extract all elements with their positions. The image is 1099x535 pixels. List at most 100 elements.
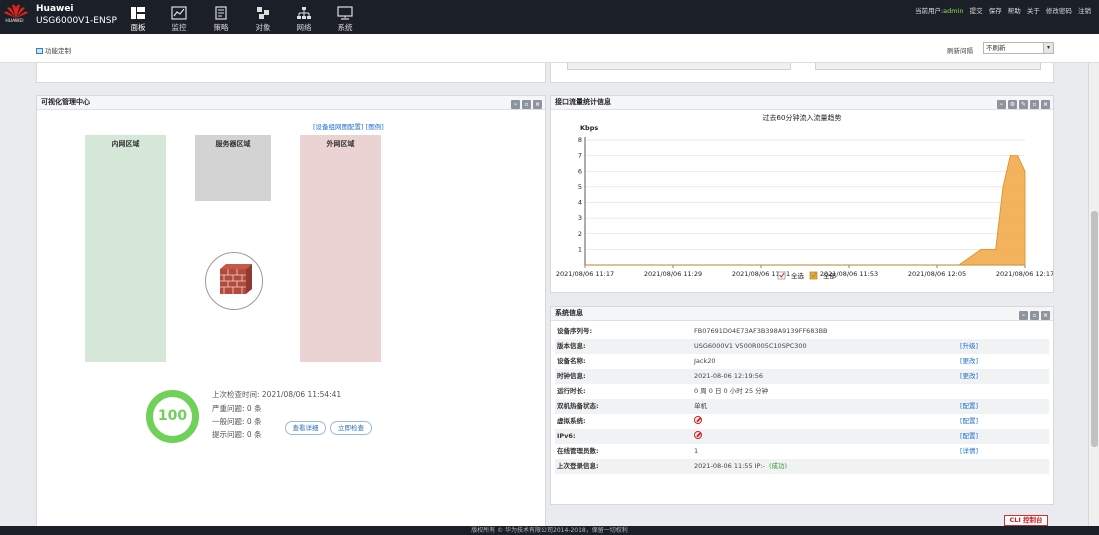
info-action-link[interactable]: [升级] (960, 339, 978, 354)
series-area (585, 155, 1026, 266)
login-status: (成功) (769, 462, 788, 470)
info-label: 双机热备状态: (557, 402, 599, 410)
info-label: 在线管理员数: (557, 447, 599, 455)
nav-label: 网络 (296, 23, 312, 32)
zone-server[interactable]: 服务器区域 (195, 135, 271, 201)
nav-label: 系统 (337, 23, 353, 32)
y-tick-label: 3 (578, 214, 582, 222)
info-action-link[interactable]: [更改] (960, 369, 978, 384)
disabled-icon (694, 416, 702, 424)
about-link[interactable]: 关于 (1027, 7, 1040, 15)
chevron-down-icon: ▾ (1043, 43, 1053, 53)
brand-model: USG6000V1-ENSP (36, 16, 117, 26)
restore-icon[interactable]: ▫ (522, 100, 531, 109)
info-action-link[interactable]: [更改] (960, 354, 978, 369)
zone-inner[interactable]: 内网区域 (85, 135, 166, 362)
system-info-row: 虚拟系统: [配置] (555, 414, 1049, 429)
firewall-brick-icon (220, 264, 252, 294)
info-action-link[interactable]: [详情] (960, 444, 978, 459)
panel-header-buttons: – ▫ × (1017, 309, 1050, 322)
interface-traffic-panel: 接口流量统计信息 – ⚙ ✎ ▫ × 过去60分钟流入流量趋势 Kbps 1 2 3 4 5 6 7 8 2… (550, 95, 1054, 293)
info-action-link[interactable]: [配置] (960, 429, 978, 444)
help-link[interactable]: 帮助 (1008, 7, 1021, 15)
y-tick-label: 4 (578, 199, 582, 207)
topology-config-link[interactable]: [设备组网图配置] (313, 123, 364, 131)
page-scrollbar[interactable] (1088, 63, 1099, 526)
system-info-row: 运行时长: 0 周 0 日 0 小时 25 分钟 (555, 384, 1049, 399)
y-axis-unit-label: Kbps (580, 124, 598, 132)
y-tick-label: 2 (578, 230, 582, 238)
system-info-panel: 系统信息 – ▫ × 设备序列号: FB07691D04E73AF3B398A9139… (550, 306, 1054, 505)
nav-dashboard[interactable]: 面板 (123, 6, 153, 33)
nav-monitor[interactable]: 监控 (164, 6, 194, 33)
refresh-interval-label: 刷新间隔 (947, 47, 973, 55)
nav-object[interactable]: 对象 (248, 6, 278, 33)
minimize-icon[interactable]: – (511, 100, 520, 109)
commit-link[interactable]: 提交 (970, 7, 983, 15)
nav-label: 对象 (255, 23, 271, 32)
close-icon[interactable]: × (1041, 311, 1050, 320)
x-tick-label: 2021/08/06 12:17 (996, 270, 1053, 278)
info-action-link[interactable]: [配置] (960, 414, 978, 429)
info-value: 2021-08-06 11:55 IP:- (成功) (694, 459, 787, 474)
nav-network[interactable]: 网络 (289, 6, 319, 33)
info-value-text: 2021-08-06 11:55 IP:- (694, 462, 766, 470)
info-value: 2021-08-06 12:19:56 (694, 369, 763, 384)
panel-title: 接口流量统计信息 (555, 98, 611, 106)
refresh-interval-select[interactable]: 不刷新 ▾ (983, 42, 1054, 54)
y-tick-label: 8 (578, 136, 582, 144)
info-value (694, 414, 702, 429)
close-icon[interactable]: × (1041, 100, 1050, 109)
check-now-button[interactable]: 立即检查 (330, 421, 372, 435)
view-detail-button[interactable]: 查看详细 (285, 421, 326, 435)
legend-link[interactable]: [图例] (366, 123, 384, 131)
stub-box (567, 63, 791, 70)
legend-label-select-all: 全选 (791, 271, 805, 280)
system-info-row: 双机热备状态: 单机 [配置] (555, 399, 1049, 414)
change-password-link[interactable]: 修改密码 (1046, 7, 1072, 15)
logout-link[interactable]: 注销 (1078, 7, 1091, 15)
scrollbar-thumb[interactable] (1091, 211, 1098, 447)
info-value-text: 0 周 0 日 0 小时 25 分钟 (694, 387, 769, 395)
system-info-row: 设备名称: Jack20 [更改] (555, 354, 1049, 369)
info-value-text: FB07691D04E73AF3B398A9139FF683BB (694, 327, 828, 335)
panel-header: 系统信息 – ▫ × (551, 307, 1053, 321)
huawei-logo (4, 4, 28, 18)
nav-policy[interactable]: 策略 (206, 6, 236, 33)
info-value-text: 单机 (694, 402, 707, 410)
minimize-icon[interactable]: – (997, 100, 1006, 109)
edit-icon[interactable]: ✎ (1019, 100, 1028, 109)
footer-copyright: 版权所有 © 华为技术有限公司2014-2018，保留一切权利 (0, 526, 1099, 535)
settings-icon[interactable]: ⚙ (1008, 100, 1017, 109)
restore-icon[interactable]: ▫ (1030, 311, 1039, 320)
info-value-text: Jack20 (694, 357, 716, 365)
info-value-text: 1 (694, 447, 699, 455)
severe-issues: 严重问题: 0 条 (212, 404, 262, 413)
cli-console-button[interactable]: CLI 控制台 (1004, 515, 1048, 526)
minimize-icon[interactable]: – (1019, 311, 1028, 320)
panel-title: 可视化管理中心 (41, 98, 90, 106)
info-value-text: 2021-08-06 12:19:56 (694, 372, 764, 380)
function-customize-button[interactable]: 功能定制 (36, 45, 71, 55)
restore-icon[interactable]: ▫ (1030, 100, 1039, 109)
panel-header: 接口流量统计信息 – ⚙ ✎ ▫ × (551, 96, 1053, 110)
y-tick-label: 7 (578, 152, 582, 160)
save-link[interactable]: 保存 (989, 7, 1002, 15)
info-label: 设备名称: (557, 357, 586, 365)
close-icon[interactable]: × (533, 100, 542, 109)
info-label: 上次登录信息: (557, 462, 599, 470)
system-info-row: 设备序列号: FB07691D04E73AF3B398A9139FF683BB (555, 324, 1049, 339)
info-value: 0 周 0 日 0 小时 25 分钟 (694, 384, 768, 399)
current-user-name[interactable]: admin (943, 7, 963, 15)
current-user-label: 当前用户: (914, 7, 944, 15)
firewall-device[interactable] (205, 252, 263, 310)
nav-system[interactable]: 系统 (330, 6, 360, 33)
info-value-text: USG6000V1 V500R005C10SPC300 (694, 342, 807, 350)
chart-title: 过去60分钟流入流量趋势 (763, 113, 842, 122)
y-tick-label: 5 (578, 183, 582, 191)
zone-outer[interactable]: 外网区域 (300, 135, 381, 362)
network-topology-icon (297, 7, 311, 19)
system-info-row: 上次登录信息: 2021-08-06 11:55 IP:- (成功) (555, 459, 1049, 474)
system-info-row: 时钟信息: 2021-08-06 12:19:56 [更改] (555, 369, 1049, 384)
info-action-link[interactable]: [配置] (960, 399, 978, 414)
